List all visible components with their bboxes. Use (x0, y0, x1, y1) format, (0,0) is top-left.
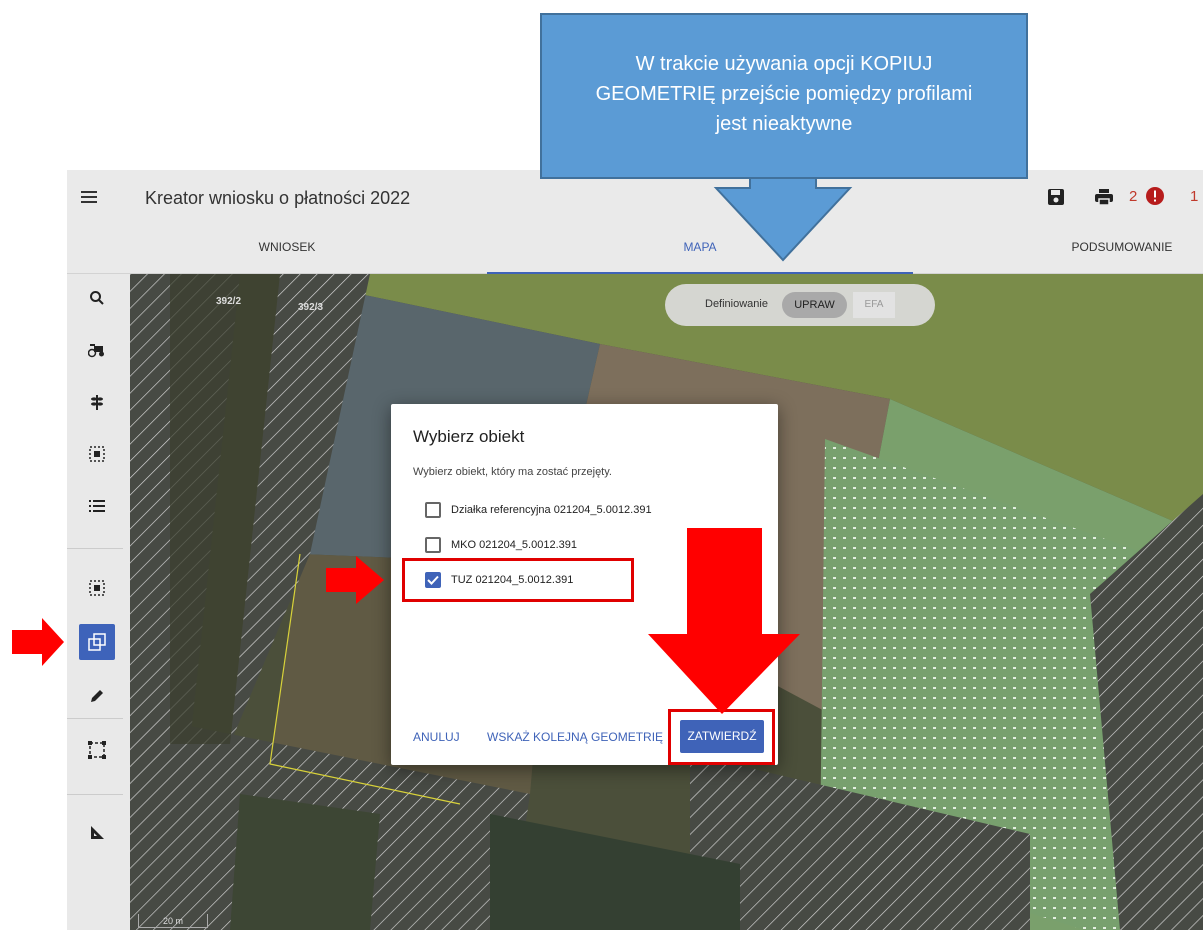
cancel-button[interactable]: ANULUJ (413, 730, 460, 744)
error-circle-icon[interactable] (1145, 186, 1165, 206)
tab-mapa[interactable]: MAPA (487, 230, 913, 274)
bounding-box-icon (88, 741, 106, 759)
plant-icon (91, 395, 103, 410)
profile-switcher: Definiowanie UPRAW EFA (665, 284, 935, 326)
sidebar-divider (67, 548, 123, 549)
draw-tool-button[interactable] (79, 678, 115, 714)
profile-label: Definiowanie (705, 298, 768, 310)
warnings-count: 2 (1129, 188, 1138, 205)
pencil-icon (91, 690, 103, 702)
search-tool-button[interactable] (79, 280, 115, 316)
plant-tool-button[interactable] (79, 384, 115, 420)
map-tools-sidebar (67, 274, 130, 930)
copy-geometry-button[interactable] (79, 624, 115, 660)
errors-count: 1 (1190, 188, 1199, 205)
select-area-icon (89, 580, 105, 596)
annotation-highlight-box (668, 709, 775, 765)
measure-tool-button[interactable] (79, 814, 115, 850)
parcel-label: 392/3 (298, 302, 324, 313)
parcel-label: 392/2 (216, 296, 242, 307)
screenshot-root: Kreator wniosku o płatności 2022 2 1 WNI… (0, 0, 1203, 930)
option-label: MKO 021204_5.0012.391 (451, 539, 577, 551)
print-icon[interactable] (1094, 188, 1114, 206)
bounding-box-tool-button[interactable] (79, 732, 115, 768)
tractor-icon (88, 344, 104, 358)
hamburger-menu-icon[interactable] (81, 188, 103, 208)
profile-efa-chip: EFA (853, 292, 895, 318)
tractor-tool-button[interactable] (79, 332, 115, 368)
select-area-tool-button-2[interactable] (79, 570, 115, 606)
option-mko[interactable]: MKO 021204_5.0012.391 (425, 535, 577, 555)
app-title: Kreator wniosku o płatności 2022 (145, 188, 411, 208)
tab-podsumowanie[interactable]: PODSUMOWANIE (1027, 230, 1203, 274)
annotation-highlight-box (402, 558, 634, 602)
top-app-bar: Kreator wniosku o płatności 2022 2 1 (67, 170, 1203, 230)
red-arrow-to-copy-button (12, 618, 64, 666)
list-tool-button[interactable] (79, 488, 115, 524)
measure-icon (91, 826, 104, 839)
dialog-subtitle: Wybierz obiekt, który ma zostać przejęty… (413, 466, 612, 478)
main-tabs: WNIOSEK MAPA PODSUMOWANIE (67, 230, 1203, 274)
option-dzialka-referencyjna[interactable]: Działka referencyjna 021204_5.0012.391 (425, 500, 652, 520)
copy-geometry-icon (88, 633, 106, 651)
search-icon (90, 291, 104, 305)
select-area-icon (89, 446, 105, 462)
tab-wniosek[interactable]: WNIOSEK (137, 230, 437, 274)
next-geometry-button[interactable]: WSKAŻ KOLEJNĄ GEOMETRIĘ (487, 730, 663, 744)
annotation-callout: W trakcie używania opcji KOPIUJ GEOMETRI… (540, 13, 1028, 179)
dialog-title: Wybierz obiekt (413, 427, 525, 446)
list-icon (89, 500, 105, 512)
callout-text: W trakcie używania opcji KOPIUJ GEOMETRI… (595, 53, 973, 135)
profile-upraw-chip[interactable]: UPRAW (782, 292, 847, 318)
save-icon[interactable] (1047, 188, 1065, 206)
checkbox[interactable] (425, 502, 441, 518)
option-label: Działka referencyjna 021204_5.0012.391 (451, 504, 652, 516)
select-area-tool-button[interactable] (79, 436, 115, 472)
sidebar-divider (67, 794, 123, 795)
select-object-dialog: Wybierz obiekt Wybierz obiekt, który ma … (391, 404, 778, 765)
checkbox[interactable] (425, 537, 441, 553)
map-scale-bar: 20 m (138, 914, 208, 928)
sidebar-divider (67, 718, 123, 719)
